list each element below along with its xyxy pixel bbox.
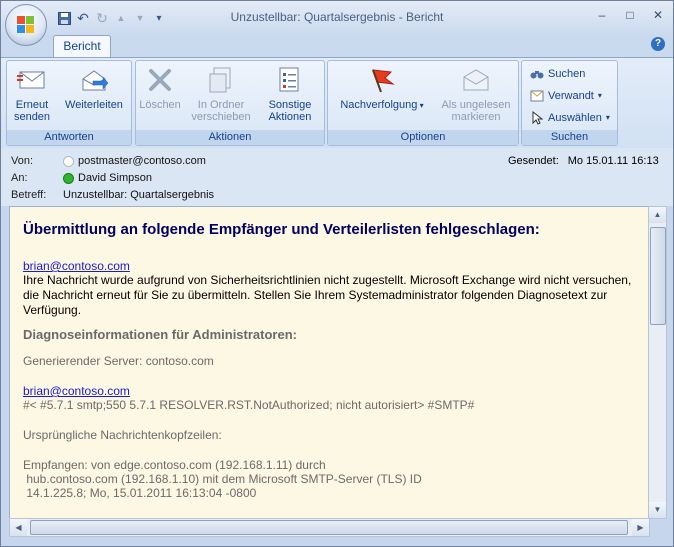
minimize-button[interactable]: – — [593, 7, 611, 23]
from-field[interactable]: postmaster@contoso.com — [63, 153, 206, 169]
presence-unknown-icon — [63, 155, 74, 167]
received-line-3: 14.1.225.8; Mo, 15.01.2011 16:13:04 -080… — [23, 486, 257, 500]
group-label-suchen: Suchen — [522, 130, 617, 145]
from-row: Von: postmaster@contoso.com — [11, 153, 206, 169]
related-label: Verwandt — [548, 90, 594, 102]
forward-label: Weiterleiten — [65, 99, 123, 111]
from-value: postmaster@contoso.com — [78, 155, 206, 167]
message-content: Übermittlung an folgende Empfänger und V… — [23, 217, 633, 500]
followup-flag-icon — [332, 63, 432, 97]
move-to-folder-label: In Ordner verschieben — [191, 99, 251, 123]
related-icon — [530, 89, 544, 103]
delete-label: Löschen — [139, 99, 181, 111]
office-logo-icon — [17, 16, 35, 34]
sent-row: Gesendet: Mo 15.01.11 16:13 — [508, 153, 659, 169]
scroll-right-button[interactable]: ▶ — [632, 519, 649, 536]
subject-label: Betreff: — [11, 189, 47, 201]
ndr-explanation: Ihre Nachricht wurde aufgrund von Sicher… — [23, 273, 632, 317]
title-bar: ↶ ↻ ▲ ▼ ▾ Unzustellbar: Quartalsergebnis… — [1, 1, 673, 46]
mark-unread-label: Als ungelesen markieren — [441, 99, 511, 123]
from-label: Von: — [11, 155, 34, 167]
group-optionen: Nachverfolgung ▾ Als ungelesen markieren… — [327, 60, 519, 146]
horizontal-scroll-thumb[interactable] — [30, 520, 628, 535]
forward-icon — [59, 63, 129, 97]
horizontal-scrollbar[interactable]: ◀ ▶ — [9, 518, 650, 537]
group-label-optionen: Optionen — [328, 130, 518, 145]
tab-bericht[interactable]: Bericht — [53, 35, 111, 58]
original-headers-label: Ursprüngliche Nachrichtenkopfzeilen: — [23, 428, 222, 442]
resend-icon — [10, 63, 54, 97]
received-line-1: Empfangen: von edge.contoso.com (192.168… — [23, 458, 326, 472]
move-to-folder-icon — [186, 63, 256, 97]
diagnostic-code: #< #5.7.1 smtp;550 5.7.1 RESOLVER.RST.No… — [23, 398, 475, 412]
ribbon-tab-row: Bericht ? — [1, 35, 673, 58]
select-button[interactable]: Auswählen ▾ — [530, 109, 610, 127]
subject-row: Betreff: Unzustellbar: Quartalsergebnis — [11, 187, 214, 203]
maximize-button[interactable]: □ — [621, 7, 639, 23]
move-to-folder-button: In Ordner verschieben — [186, 63, 256, 123]
followup-label: Nachverfolgung ▾ — [340, 99, 424, 111]
message-body[interactable]: Übermittlung an folgende Empfänger und V… — [9, 206, 649, 519]
close-button[interactable]: ✕ — [649, 7, 667, 23]
help-icon[interactable]: ? — [651, 37, 665, 51]
subject-value: Unzustellbar: Quartalsergebnis — [63, 189, 215, 201]
window-controls: – □ ✕ — [593, 7, 667, 23]
office-button[interactable] — [5, 4, 47, 46]
binoculars-icon — [530, 67, 544, 81]
other-actions-icon — [260, 63, 320, 97]
select-label: Auswählen — [548, 112, 602, 124]
to-field[interactable]: David Simpson — [63, 170, 152, 186]
delete-button: Löschen — [138, 63, 182, 111]
other-actions-button[interactable]: Sonstige Aktionen — [260, 63, 320, 123]
scroll-left-button[interactable]: ◀ — [10, 519, 27, 536]
generating-server: Generierender Server: contoso.com — [23, 354, 214, 368]
to-value: David Simpson — [78, 172, 152, 184]
pointer-icon — [530, 111, 544, 125]
forward-button[interactable]: Weiterleiten — [59, 63, 129, 111]
scroll-down-button[interactable]: ▼ — [649, 502, 666, 518]
find-label: Suchen — [548, 68, 586, 80]
ribbon: Erneut senden Weiterleiten Antworten Lös… — [1, 57, 673, 149]
mark-unread-button: Als ungelesen markieren — [436, 63, 516, 123]
group-label-aktionen: Aktionen — [136, 130, 324, 145]
to-label: An: — [11, 172, 28, 184]
group-label-antworten: Antworten — [7, 130, 131, 145]
resend-label: Erneut senden — [13, 99, 51, 123]
resend-button[interactable]: Erneut senden — [10, 63, 54, 123]
received-line-2: hub.contoso.com (192.168.1.10) mit dem M… — [23, 472, 422, 486]
related-button[interactable]: Verwandt ▾ — [530, 87, 602, 105]
ndr-heading: Übermittlung an folgende Empfänger und V… — [23, 221, 540, 238]
other-actions-label: Sonstige Aktionen — [268, 99, 312, 123]
find-button[interactable]: Suchen — [530, 65, 585, 83]
sent-label: Gesendet: — [508, 155, 559, 167]
sent-value: Mo 15.01.11 16:13 — [567, 155, 659, 167]
recipient-link[interactable]: brian@contoso.com — [23, 259, 130, 273]
diagnostic-recipient-link[interactable]: brian@contoso.com — [23, 384, 130, 398]
presence-online-icon — [63, 172, 74, 184]
window-title: Unzustellbar: Quartalsergebnis - Bericht — [230, 10, 444, 24]
group-antworten: Erneut senden Weiterleiten Antworten — [6, 60, 132, 146]
to-row: An: David Simpson — [11, 170, 152, 186]
group-suchen: Suchen Verwandt ▾ Auswählen ▾ Suchen — [521, 60, 618, 146]
report-window: ↶ ↻ ▲ ▼ ▾ Unzustellbar: Quartalsergebnis… — [0, 0, 674, 547]
scroll-up-button[interactable]: ▲ — [649, 207, 666, 223]
message-header: Von: postmaster@contoso.com Gesendet: Mo… — [1, 148, 673, 206]
mark-unread-icon — [436, 63, 516, 97]
delete-icon — [138, 63, 182, 97]
diagnostic-heading: Diagnoseinformationen für Administratore… — [23, 327, 297, 342]
followup-button[interactable]: Nachverfolgung ▾ — [332, 63, 432, 112]
vertical-scrollbar[interactable]: ▲ ▼ — [648, 206, 667, 519]
group-aktionen: Löschen In Ordner verschieben Sonstige A… — [135, 60, 325, 146]
vertical-scroll-thumb[interactable] — [650, 227, 666, 325]
